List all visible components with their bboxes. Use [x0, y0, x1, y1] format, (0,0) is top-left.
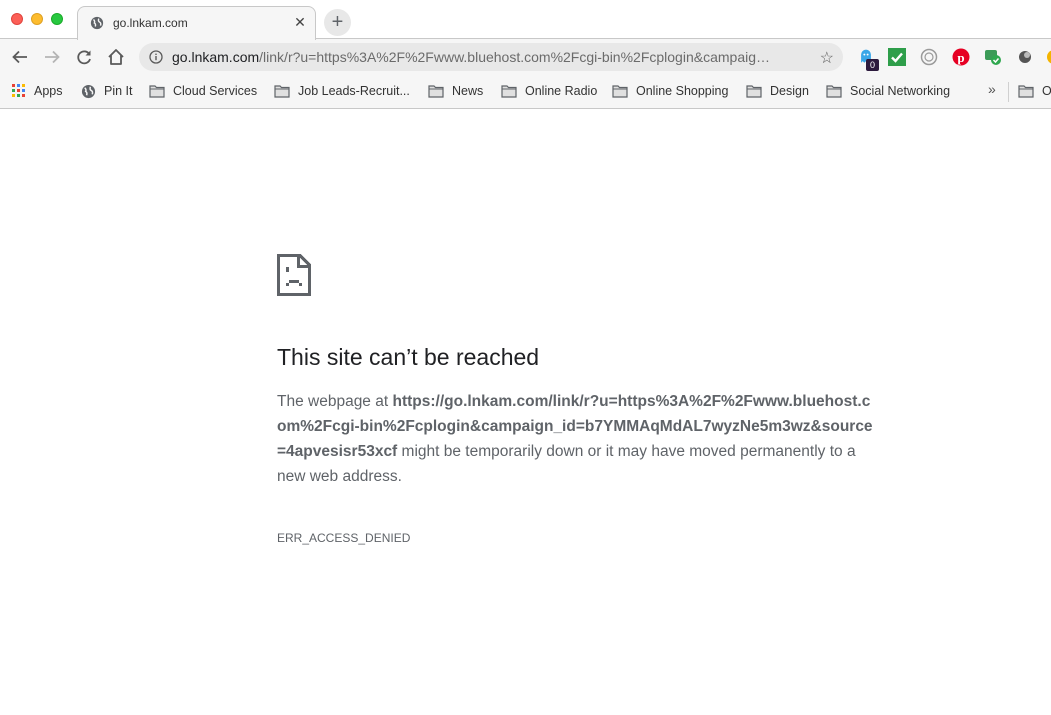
globe-icon	[81, 84, 96, 98]
window-zoom-button[interactable]	[51, 13, 63, 25]
folder-icon	[826, 85, 842, 98]
folder-icon	[1018, 85, 1034, 98]
bookmark-label: Online Shopping	[636, 84, 729, 98]
new-tab-button[interactable]: +	[324, 9, 351, 36]
bookmark-folder-job-leads[interactable]: Job Leads-Recruit...	[274, 82, 410, 100]
svg-text:p: p	[957, 50, 964, 65]
back-arrow-icon	[12, 50, 27, 64]
tab-title: go.lnkam.com	[113, 16, 188, 30]
grammar-extension-icon[interactable]	[984, 48, 1002, 66]
tab-close-icon[interactable]: ✕	[292, 14, 308, 30]
error-code: ERR_ACCESS_DENIED	[277, 531, 411, 545]
orb-extension-icon[interactable]	[1016, 48, 1034, 66]
checkmark-extension-icon[interactable]	[888, 48, 906, 66]
apps-grid-icon	[12, 84, 25, 97]
tab-strip: go.lnkam.com ✕ +	[0, 0, 1051, 40]
ghostery-badge: 0	[866, 59, 879, 71]
folder-icon	[612, 85, 628, 98]
bookmark-label: Apps	[34, 84, 63, 98]
bookmark-folder-news[interactable]: News	[428, 82, 483, 100]
home-icon	[108, 49, 124, 65]
bookmarks-bar: Apps Pin It Cloud Services Job Leads-Rec…	[0, 75, 1051, 109]
folder-icon	[274, 85, 290, 98]
bookmark-label: Online Radio	[525, 84, 598, 98]
bookmarks-overflow-chevron-icon[interactable]: »	[988, 81, 996, 97]
circle-extension-icon[interactable]	[920, 48, 938, 66]
bookmark-star-icon[interactable]: ☆	[820, 48, 834, 68]
window-minimize-button[interactable]	[31, 13, 43, 25]
bookmark-label: Pin It	[104, 84, 133, 98]
bookmark-folder-design[interactable]: Design	[746, 82, 809, 100]
error-page: This site can’t be reached The webpage a…	[0, 110, 1051, 715]
bookmark-folder-social-networking[interactable]: Social Networking	[826, 82, 950, 100]
error-description: The webpage at https://go.lnkam.com/link…	[277, 389, 877, 489]
bookmark-label: Social Networking	[850, 84, 951, 98]
info-icon[interactable]	[149, 50, 163, 64]
forward-button[interactable]	[41, 46, 63, 68]
pinterest-extension-icon[interactable]: p	[952, 48, 970, 66]
toolbar: go.lnkam.com/link/r?u=https%3A%2F%2Fwww.…	[0, 39, 1051, 75]
bookmark-pin-it[interactable]: Pin It	[81, 82, 133, 100]
folder-icon	[428, 85, 444, 98]
bookmark-apps[interactable]: Apps	[12, 82, 63, 100]
back-button[interactable]	[9, 46, 31, 68]
url-host: go.lnkam.com	[172, 49, 260, 65]
reload-icon	[77, 50, 91, 65]
folder-icon	[746, 85, 762, 98]
bookmark-label: Design	[770, 84, 809, 98]
bookmarks-divider	[1008, 82, 1009, 102]
error-heading: This site can’t be reached	[277, 344, 540, 370]
forward-arrow-icon	[45, 50, 60, 64]
bookmark-label: Cloud Services	[173, 84, 258, 98]
bookmark-folder-online-shopping[interactable]: Online Shopping	[612, 82, 728, 100]
bookmark-label: News	[452, 84, 484, 98]
url-text[interactable]: go.lnkam.com/link/r?u=https%3A%2F%2Fwww.…	[172, 49, 812, 65]
folder-icon	[149, 85, 165, 98]
window-close-button[interactable]	[11, 13, 23, 25]
bookmark-folder-cloud-services[interactable]: Cloud Services	[149, 82, 257, 100]
folder-icon	[501, 85, 517, 98]
reload-button[interactable]	[73, 46, 95, 68]
bookmark-label: Job Leads-Recruit...	[298, 84, 410, 98]
home-button[interactable]	[105, 46, 127, 68]
bookmark-folder-online-radio[interactable]: Online Radio	[501, 82, 597, 100]
bookmark-folder-other[interactable]: O	[1018, 82, 1051, 100]
sad-page-icon	[277, 254, 311, 296]
url-path: /link/r?u=https%3A%2F%2Fwww.bluehost.com…	[259, 49, 770, 65]
browser-tab[interactable]: go.lnkam.com ✕	[77, 6, 316, 40]
colorful-extension-icon[interactable]	[1045, 48, 1051, 66]
address-bar[interactable]: go.lnkam.com/link/r?u=https%3A%2F%2Fwww.…	[139, 43, 843, 71]
description-prefix: The webpage at	[277, 393, 393, 410]
bookmark-label: O	[1042, 84, 1051, 98]
globe-icon	[90, 16, 104, 30]
